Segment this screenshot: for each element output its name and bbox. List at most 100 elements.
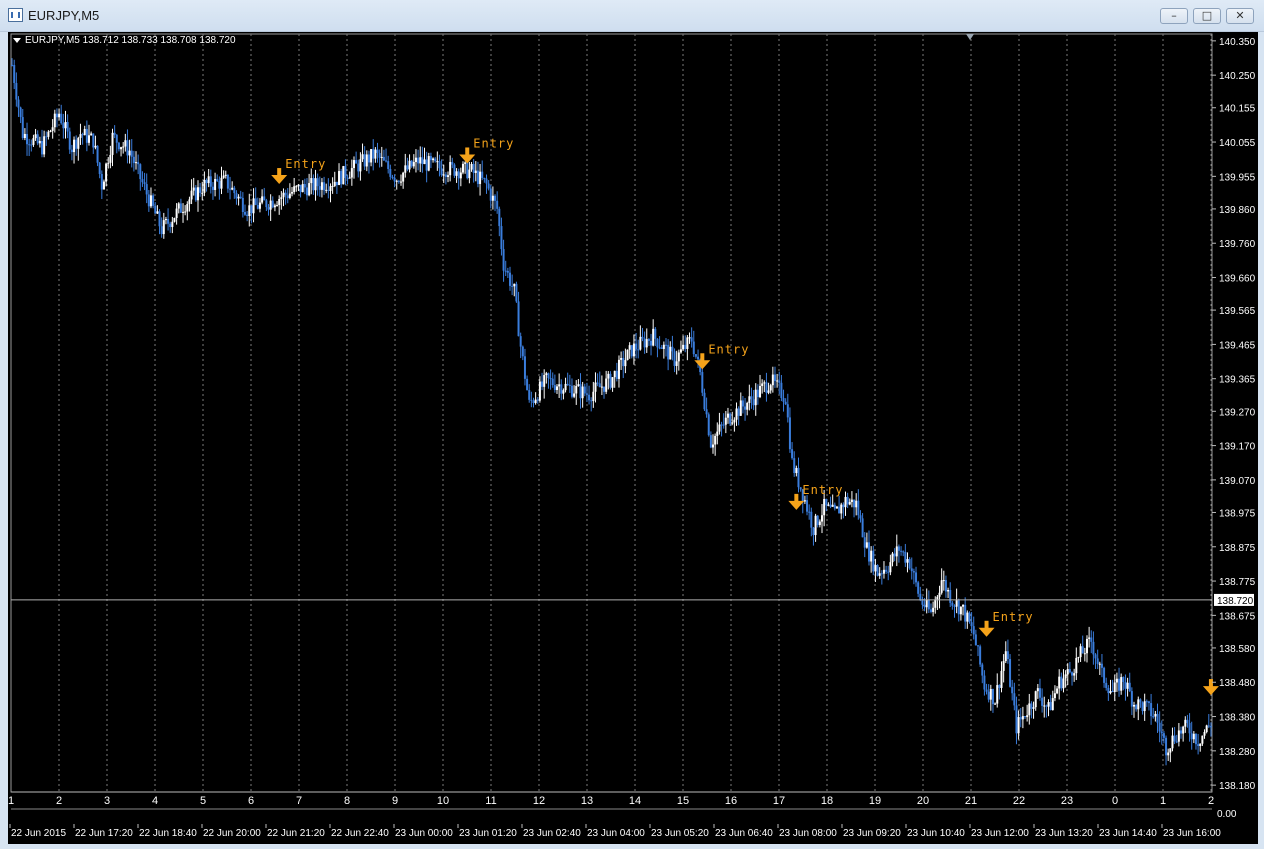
- candle-body: [273, 205, 276, 208]
- candle-body: [712, 444, 715, 448]
- candle-body: [671, 346, 674, 352]
- candle-body: [581, 386, 584, 399]
- candle-body: [688, 337, 691, 339]
- candle-body: [588, 394, 591, 401]
- candle-body: [1130, 691, 1133, 707]
- candle-body: [684, 344, 687, 349]
- price-label: 138.875: [1219, 543, 1256, 554]
- chart-area[interactable]: 1 2 3 4 5 6 7 8 9 10 11 12 13 14 15 16 17 18 19 20 21 22 23 0 1 2…: [8, 32, 1258, 844]
- candle-body: [1056, 688, 1059, 694]
- candle-body: [342, 166, 345, 185]
- candle-body: [455, 171, 458, 176]
- candle-body: [100, 173, 103, 190]
- candle-body: [641, 336, 644, 339]
- maximize-button[interactable]: □: [1193, 8, 1221, 24]
- candle-body: [1109, 691, 1112, 694]
- candle-body: [679, 349, 682, 353]
- candle-body: [797, 467, 800, 488]
- candle-body: [21, 117, 24, 139]
- candle-body: [600, 386, 603, 388]
- candle-body: [1094, 654, 1097, 659]
- candle-body: [92, 133, 95, 148]
- candle-body: [487, 183, 490, 189]
- candle-body: [299, 184, 302, 193]
- candle-body: [425, 159, 428, 171]
- candle-body: [372, 149, 375, 159]
- candle-body: [1160, 731, 1163, 734]
- candle-body: [895, 546, 898, 557]
- candle-body: [261, 196, 264, 203]
- candle-body: [43, 136, 46, 155]
- candle-body: [656, 338, 659, 348]
- hour-label: 18: [821, 795, 833, 807]
- candle-body: [1062, 678, 1065, 689]
- candle-body: [654, 328, 657, 339]
- candle-body: [83, 128, 86, 136]
- time-label: 23 Jun 04:00: [587, 828, 645, 839]
- candle-body: [936, 596, 939, 600]
- candle-body: [293, 186, 296, 193]
- candle-body: [58, 113, 61, 118]
- candle-body: [365, 154, 368, 167]
- candle-body: [1060, 676, 1063, 689]
- candle-body: [344, 166, 347, 178]
- candle-body: [459, 172, 462, 179]
- close-button[interactable]: ✕: [1226, 8, 1254, 24]
- candle-body: [1038, 688, 1041, 698]
- minimize-button[interactable]: –: [1160, 8, 1188, 24]
- candle-body: [829, 504, 832, 507]
- candle-body: [250, 205, 253, 214]
- candle-body: [53, 113, 56, 128]
- candle-body: [739, 400, 742, 416]
- candle-body: [303, 184, 306, 188]
- candle-body: [620, 357, 623, 360]
- candle-body: [857, 500, 860, 516]
- chart-shift-marker-icon[interactable]: [966, 34, 974, 40]
- candle-body: [806, 500, 809, 512]
- time-label: 23 Jun 08:00: [779, 828, 837, 839]
- candle-body: [256, 204, 259, 209]
- candle-body: [397, 180, 400, 182]
- price-label: 139.465: [1219, 340, 1256, 351]
- candle-body: [485, 178, 488, 184]
- entry-arrow-icon: [700, 353, 705, 362]
- chart-menu-dropdown-icon[interactable]: [13, 38, 21, 43]
- candle-body: [737, 408, 740, 416]
- price-label: 139.070: [1219, 476, 1256, 487]
- candle-body: [771, 374, 774, 386]
- candle-body: [449, 162, 452, 176]
- candle-body: [288, 193, 291, 199]
- candle-body: [703, 392, 706, 410]
- time-label: 23 Jun 00:00: [395, 828, 453, 839]
- candle-body: [145, 184, 148, 195]
- candle-body: [196, 187, 199, 201]
- candle-body: [793, 458, 796, 474]
- candle-body: [865, 542, 868, 548]
- hour-label: 0: [1112, 795, 1118, 807]
- entry-arrow-icon: [465, 147, 470, 156]
- plot-frame: [10, 33, 1213, 793]
- candle-body: [983, 675, 986, 690]
- candle-body: [357, 163, 360, 172]
- candle-body: [474, 170, 477, 173]
- candle-body: [729, 413, 732, 424]
- hour-label: 12: [533, 795, 545, 807]
- candle-body: [842, 504, 845, 508]
- candle-body: [453, 164, 456, 176]
- candle-body: [291, 192, 294, 194]
- entry-label: Entry: [473, 136, 514, 150]
- candle-body: [1100, 663, 1103, 668]
- candle-body: [226, 174, 229, 189]
- candle-body: [346, 177, 349, 179]
- candle-body: [26, 133, 29, 145]
- price-label: 138.380: [1219, 713, 1256, 724]
- candle-body: [156, 211, 159, 214]
- price-label: 138.180: [1219, 781, 1256, 792]
- candle-body: [910, 568, 913, 572]
- candle-body: [566, 383, 569, 385]
- candle-body: [756, 389, 759, 398]
- candlestick-chart[interactable]: 1 2 3 4 5 6 7 8 9 10 11 12 13 14 15 16 17 18 19 20 21 22 23 0 1 2…: [8, 32, 1258, 844]
- candle-body: [1156, 713, 1159, 723]
- candle-body: [573, 393, 576, 397]
- candle-body: [985, 689, 988, 692]
